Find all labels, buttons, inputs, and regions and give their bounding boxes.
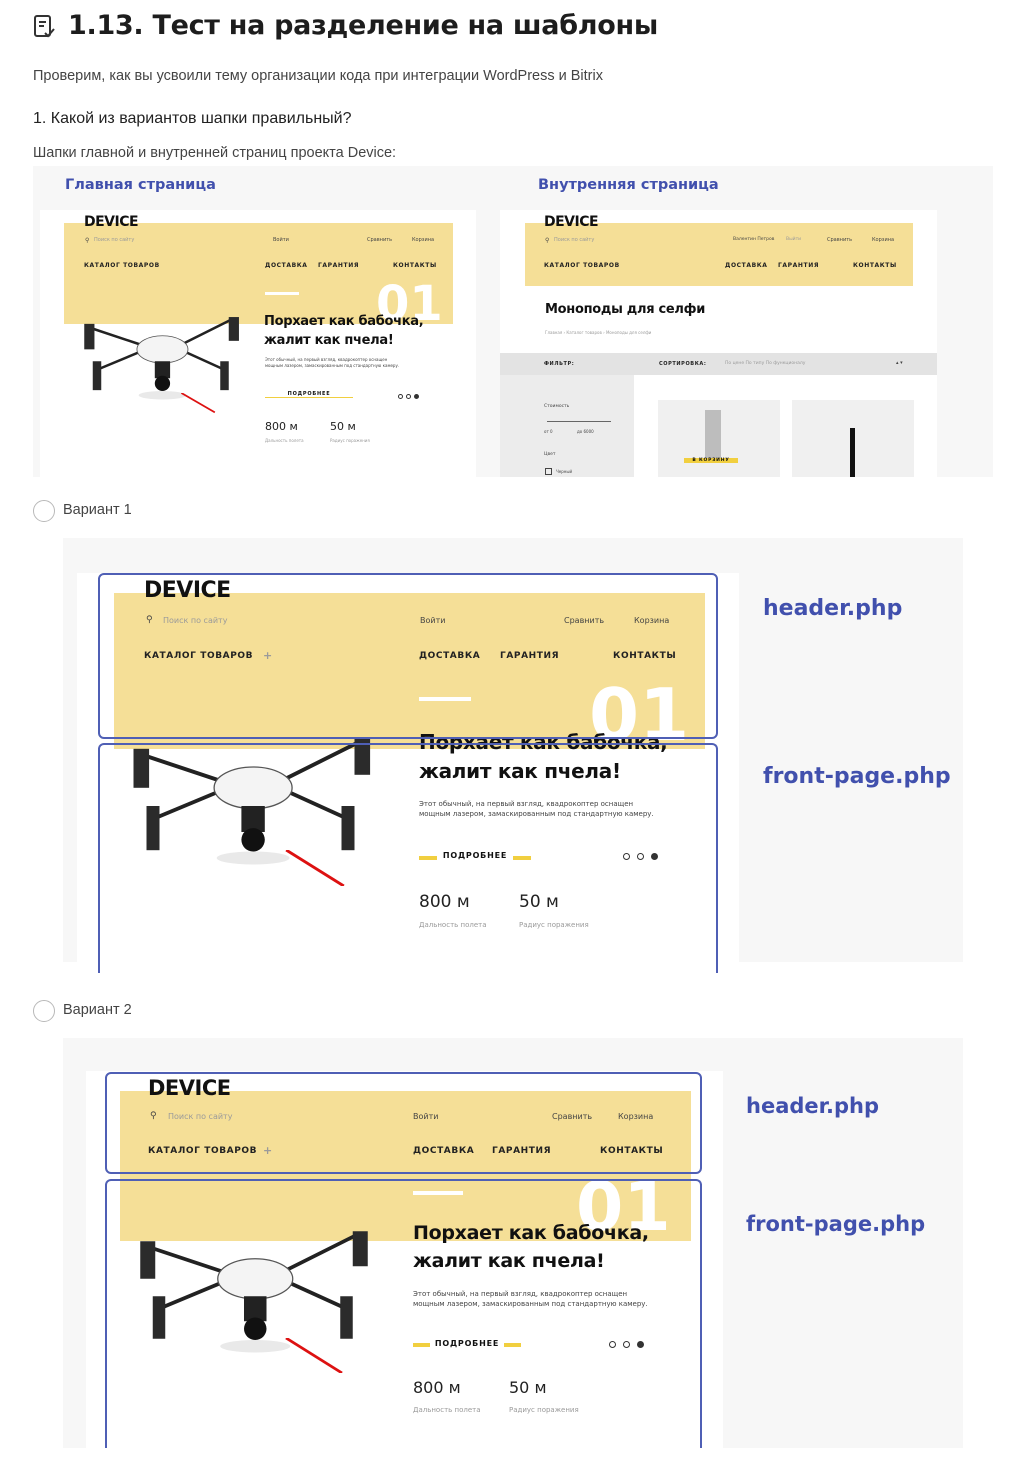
price-slider[interactable] <box>547 421 611 422</box>
header-template-label: header.php <box>763 596 903 621</box>
nav-warranty[interactable]: ГАРАНТИЯ <box>318 262 359 269</box>
filter-label: ФИЛЬТР: <box>544 361 575 367</box>
compare-link[interactable]: Сравнить <box>367 237 392 243</box>
nav-warranty[interactable]: ГАРАНТИЯ <box>778 262 819 269</box>
drone-image <box>84 317 239 400</box>
hero-desc-line2: мощным лазером, замаскированным под стан… <box>265 363 400 368</box>
login-link[interactable]: Войти <box>273 237 289 243</box>
slider-dot-1[interactable] <box>398 394 403 399</box>
front-page-template-label: front-page.php <box>746 1212 926 1236</box>
nav-catalog[interactable]: КАТАЛОГ ТОВАРОВ <box>84 262 160 269</box>
header-template-box <box>105 1072 702 1174</box>
inner-header-bg <box>525 223 913 286</box>
inner-page-screenshot: DEVICE ⚲ Поиск по сайту Валентин Петров … <box>500 210 937 477</box>
hero-dash <box>265 292 299 295</box>
option-2-label[interactable]: Вариант 2 <box>63 1002 132 1018</box>
more-button[interactable]: ПОДРОБНЕЕ <box>265 391 353 397</box>
question-text: 1. Какой из вариантов шапки правильный? <box>33 110 352 127</box>
option-1-label[interactable]: Вариант 1 <box>63 502 132 518</box>
user-name[interactable]: Валентин Петров <box>733 237 774 242</box>
option-2-radio[interactable] <box>33 1000 55 1022</box>
slider-dot-3[interactable] <box>414 394 419 399</box>
nav-contacts[interactable]: КОНТАКТЫ <box>853 262 897 269</box>
nav-contacts[interactable]: КОНТАКТЫ <box>393 262 437 269</box>
lesson-title: 1.13. Тест на разделение на шаблоны <box>68 10 658 41</box>
header-template-box <box>98 573 718 739</box>
cart-link[interactable]: Корзина <box>412 237 434 243</box>
front-page-template-box <box>105 1179 702 1448</box>
black-checkbox[interactable] <box>545 468 552 475</box>
nav-catalog[interactable]: КАТАЛОГ ТОВАРОВ <box>544 262 620 269</box>
stat-range-label: Дальность полета <box>265 438 304 443</box>
search-input[interactable]: Поиск по сайту <box>94 237 134 243</box>
logo: DEVICE <box>84 214 139 230</box>
inner-page-title: Моноподы для селфи <box>545 302 706 317</box>
sort-arrows-icon[interactable]: ▴ ▾ <box>896 360 903 366</box>
option-2-panel: DEVICE ⚲ Поиск по сайту Войти Сравнить К… <box>63 1038 963 1448</box>
stat-radius-label: Радиус поражения <box>330 438 370 443</box>
logo: DEVICE <box>544 214 599 230</box>
sort-label: СОРТИРОВКА: <box>659 361 707 367</box>
home-page-label: Главная страница <box>65 177 216 193</box>
filter-sidebar <box>500 375 634 477</box>
reference-panel: Главная страница Внутренняя страница DEV… <box>33 166 993 477</box>
cart-link[interactable]: Корзина <box>872 237 894 243</box>
price-to: до 6000 <box>577 429 594 434</box>
hero-desc-line1: Этот обычный, на первый взгляд, квадроко… <box>265 357 388 362</box>
inner-page-label: Внутренняя страница <box>538 177 719 193</box>
black-label: Черный <box>556 469 573 474</box>
stat-range-value: 800 м <box>265 420 298 433</box>
logout-link[interactable]: Выйти <box>786 237 801 242</box>
product-image-2 <box>850 428 855 477</box>
header-template-label: header.php <box>746 1094 879 1118</box>
search-icon: ⚲ <box>85 237 90 244</box>
hero-title-line2: жалит как пчела! <box>264 333 394 348</box>
option-1-radio[interactable] <box>33 500 55 522</box>
color-label: Цвет <box>544 452 556 457</box>
compare-link[interactable]: Сравнить <box>827 237 852 243</box>
to-cart-button[interactable]: В КОРЗИНУ <box>684 458 738 463</box>
sort-options[interactable]: По цене По типу По функционалу <box>725 361 805 366</box>
search-input[interactable]: Поиск по сайту <box>554 237 594 243</box>
hero-title-line1: Порхает как бабочка, <box>264 314 424 329</box>
front-page-template-box <box>98 743 718 973</box>
home-page-screenshot: DEVICE ⚲ Поиск по сайту Войти Сравнить К… <box>40 210 476 477</box>
question-caption: Шапки главной и внутренней страниц проек… <box>33 145 397 161</box>
nav-delivery[interactable]: ДОСТАВКА <box>265 262 308 269</box>
stat-radius-value: 50 м <box>330 420 356 433</box>
search-icon: ⚲ <box>545 237 550 244</box>
lesson-intro: Проверим, как вы усвоили тему организаци… <box>33 68 603 84</box>
price-from: от 0 <box>544 429 553 434</box>
product-image-1 <box>705 410 721 458</box>
laser-beam <box>180 393 216 414</box>
front-page-template-label: front-page.php <box>763 764 951 789</box>
test-icon <box>34 15 55 38</box>
slider-dot-2[interactable] <box>406 394 411 399</box>
price-label: Стоимость <box>544 404 570 409</box>
breadcrumb: Главная › Каталог товаров › Моноподы для… <box>545 330 652 335</box>
option-1-panel: DEVICE ⚲ Поиск по сайту Войти Сравнить К… <box>63 538 963 973</box>
nav-delivery[interactable]: ДОСТАВКА <box>725 262 768 269</box>
